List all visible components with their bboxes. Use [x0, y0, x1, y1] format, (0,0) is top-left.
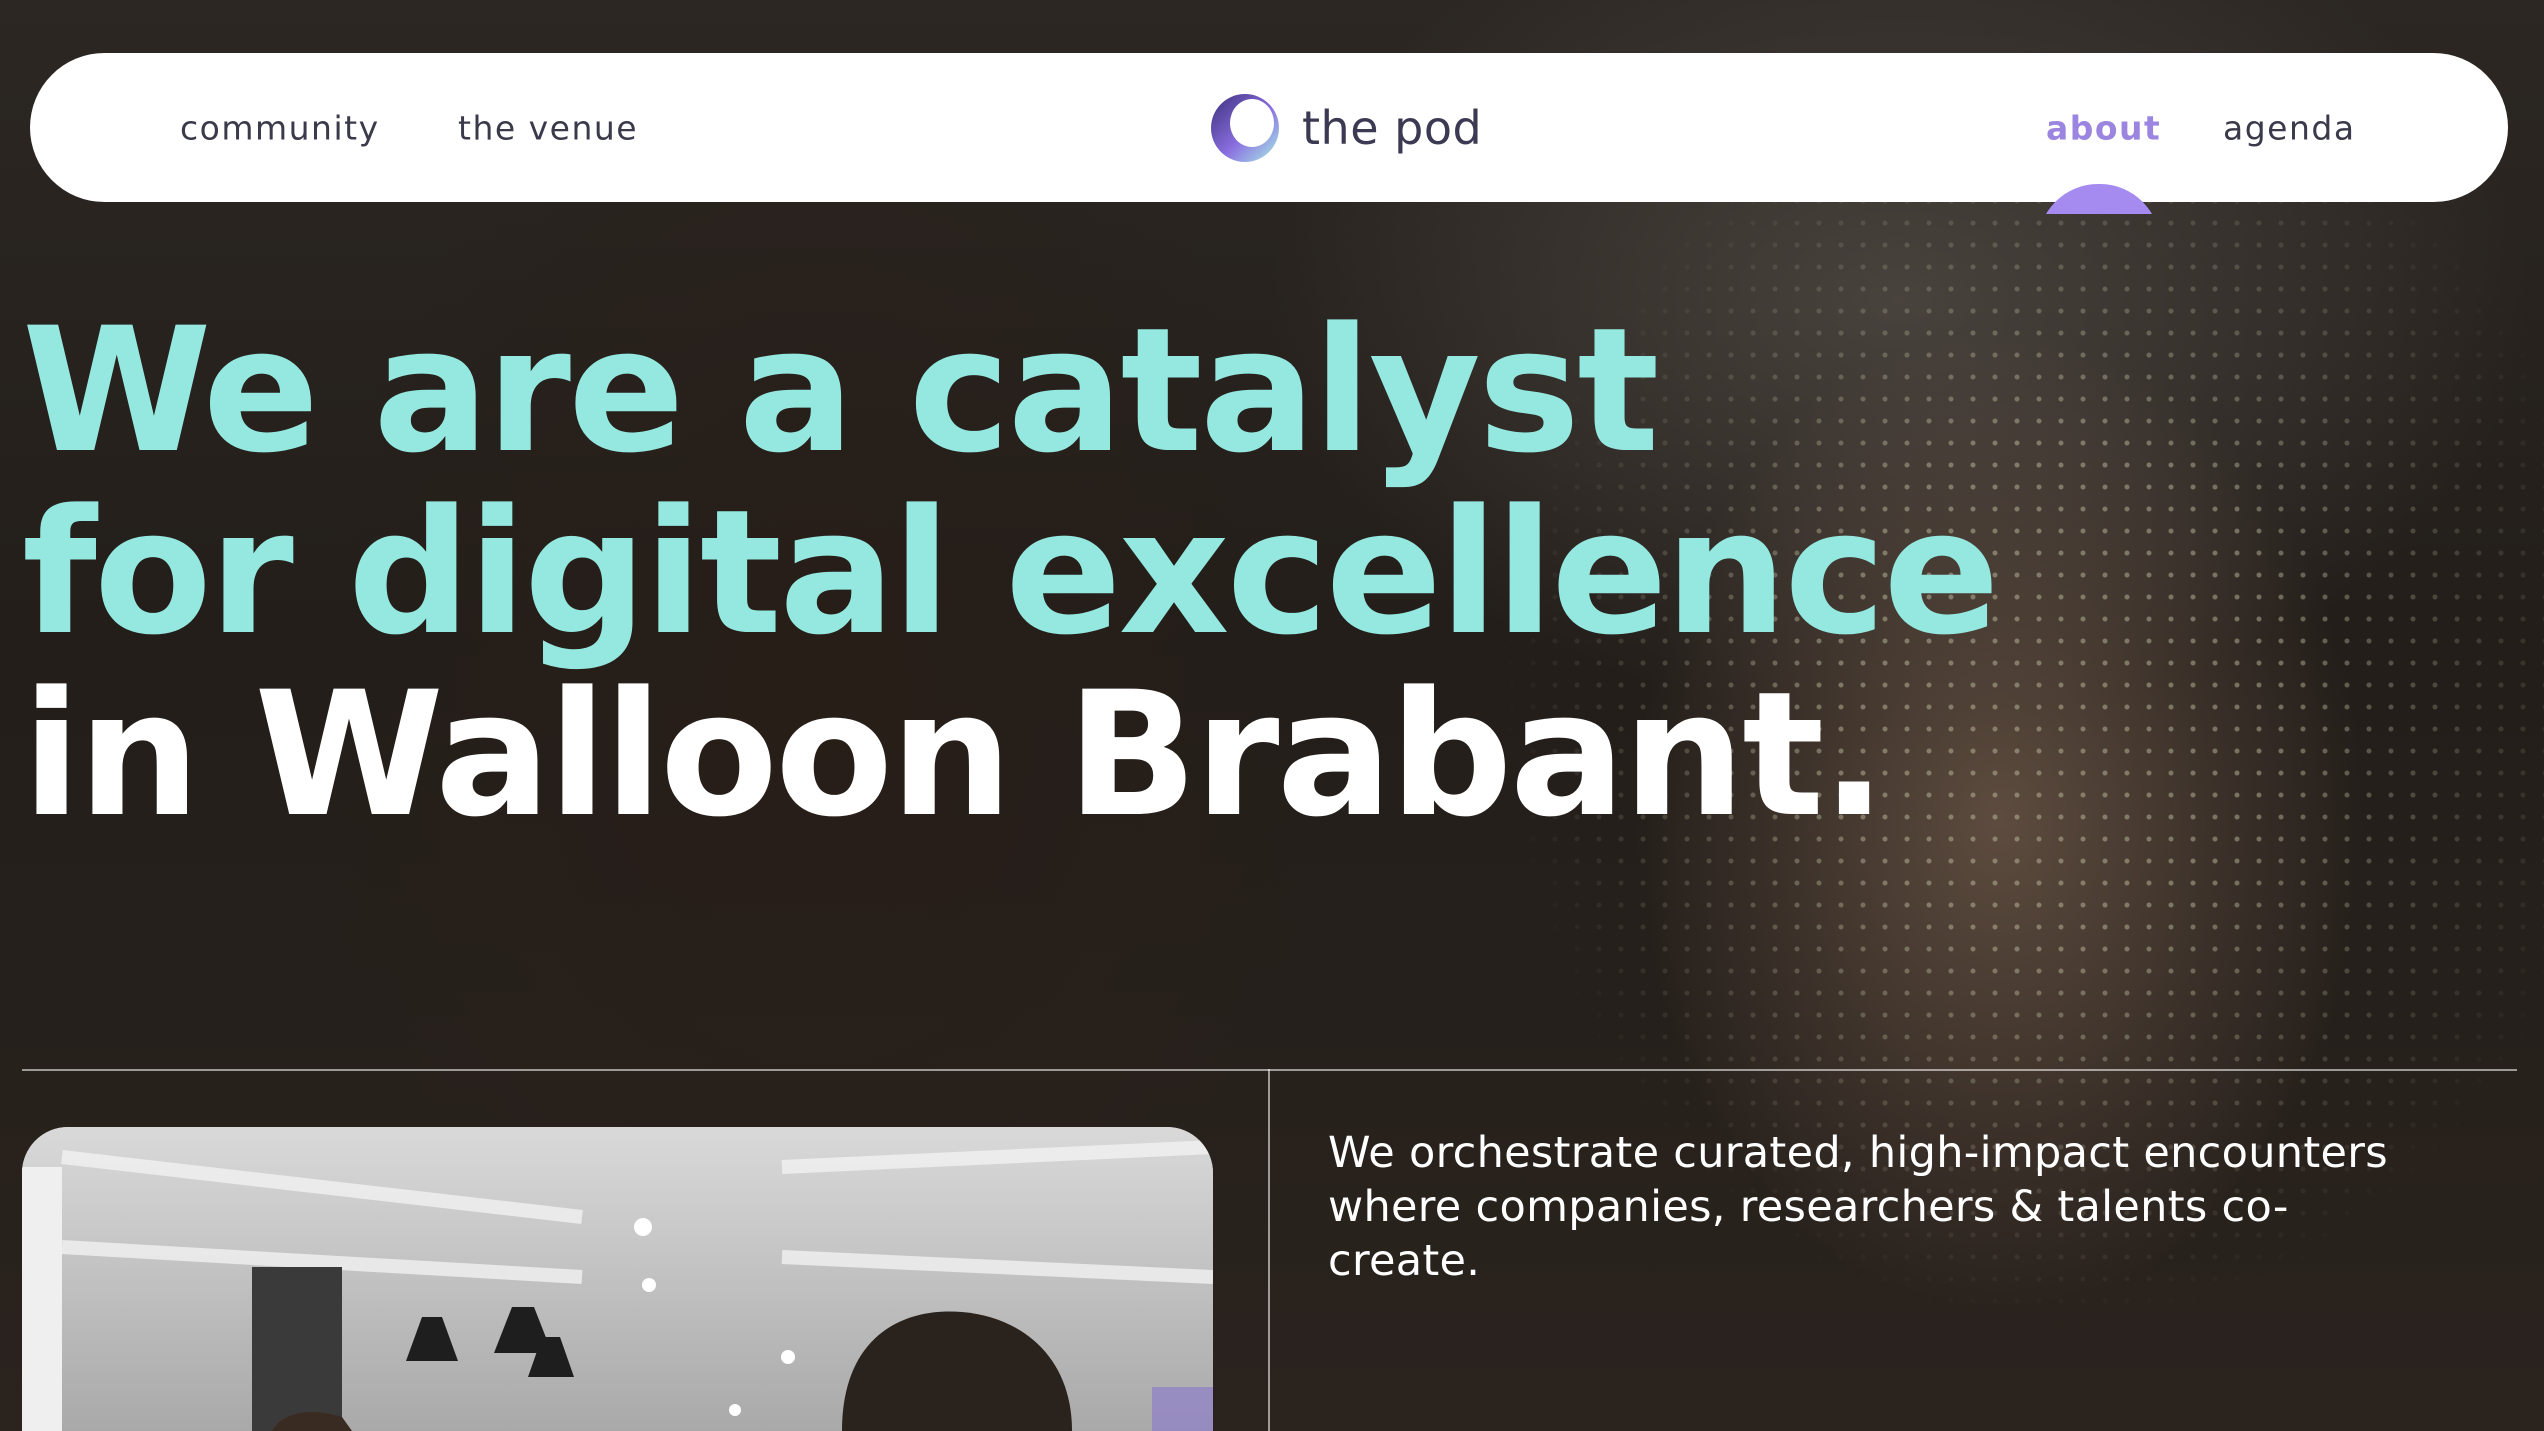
section-divider-vertical: [1268, 1069, 1270, 1431]
page: community the venue the pod about agenda…: [0, 0, 2544, 1431]
intro-text: We orchestrate curated, high-impact enco…: [1328, 1128, 2388, 1286]
pod-ring-logo-icon: [1211, 93, 1279, 162]
hero-heading: We are a catalyst for digital excellence…: [22, 290, 2000, 855]
hero-line-2: for digital excellence: [22, 472, 2000, 673]
brand-logo[interactable]: the pod: [1208, 86, 1482, 170]
venue-photo-image: [22, 1127, 1213, 1431]
brand-name: the pod: [1302, 100, 1483, 155]
nav-link-the-venue[interactable]: the venue: [458, 108, 638, 147]
top-navbar: community the venue the pod about agenda: [30, 53, 2508, 202]
hero-line-1: We are a catalyst: [22, 290, 1659, 491]
nav-link-agenda[interactable]: agenda: [2223, 108, 2356, 147]
nav-link-about[interactable]: about: [2046, 108, 2161, 147]
venue-photo: [22, 1127, 1213, 1431]
hero-line-3: in Walloon Brabant.: [22, 654, 1887, 855]
nav-link-community[interactable]: community: [180, 108, 380, 147]
